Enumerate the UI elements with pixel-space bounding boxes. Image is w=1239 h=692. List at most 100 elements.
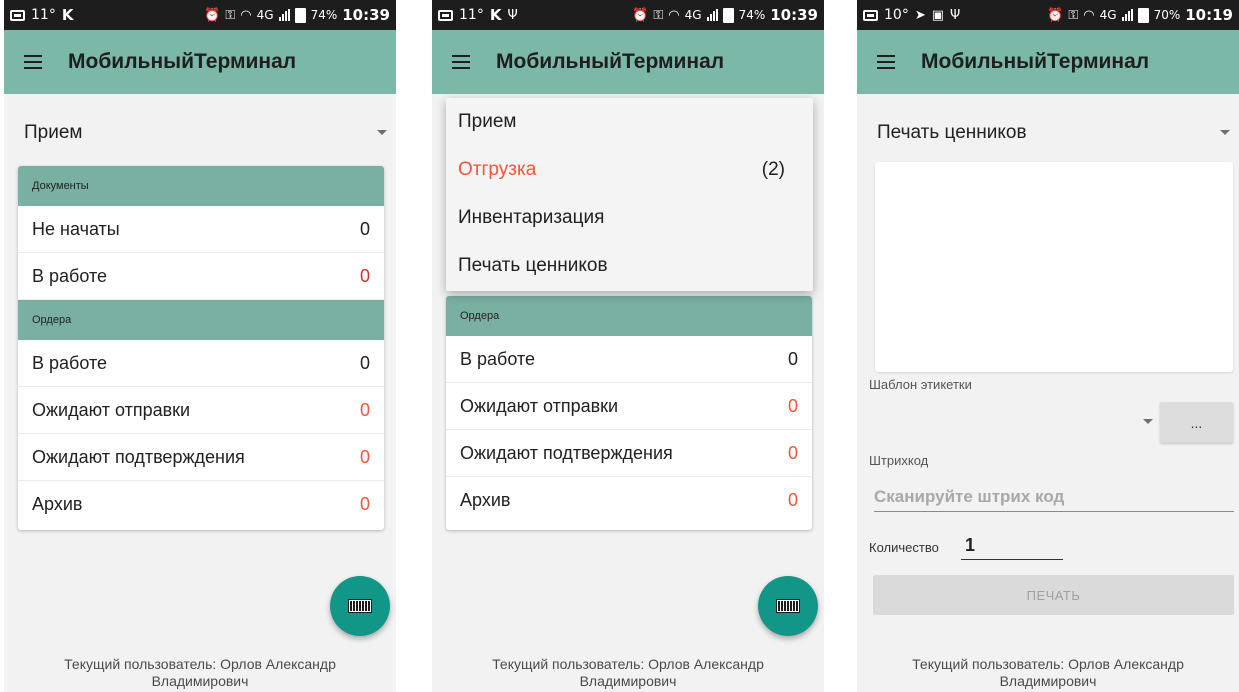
clock: 10:19 [1185,6,1233,24]
wifi-icon: ◠ [240,7,252,23]
notification-k-icon: K [61,5,74,24]
menu-item-label: Отгрузка [458,159,537,180]
app-title: МобильныйТерминал [68,50,297,73]
notification-icon [863,9,878,21]
app-bar: МобильныйТерминал [4,30,396,94]
temperature: 11° [31,7,56,23]
battery-icon [722,7,734,23]
current-user: Текущий пользователь: Орлов Александр Вл… [492,656,764,689]
barcode-icon [348,599,372,613]
menu-item-label: Прием [458,111,517,132]
current-user: Текущий пользователь: Орлов Александр Вл… [912,656,1184,689]
list-item[interactable]: Ожидают отправки 0 [446,383,812,430]
row-count: 0 [359,494,370,514]
section-header-orders: Ордера [446,296,812,336]
row-count: 0 [787,490,798,510]
app-bar: МобильныйТерминал [432,30,824,94]
mode-selector-value: Печать ценников [877,122,1027,143]
template-browse-button[interactable]: ... [1160,402,1233,443]
telegram-icon: ➤ [914,7,926,23]
app-bar: МобильныйТерминал [857,30,1239,94]
mode-selector[interactable]: Прием [4,110,396,156]
screen-receiving: 11° K ⏰ ⚿ ◠ 4G 74% 10:39 МобильныйТермин… [4,0,396,692]
image-icon: ▣ [931,7,945,23]
row-count: 0 [359,446,370,467]
battery-percent: 74% [738,8,766,22]
status-bar: 10° ➤ ▣ Ψ ⏰ ⚿ ◠ 4G 70% 10:19 [857,0,1239,30]
template-dropdown-arrow-icon[interactable] [1143,419,1153,424]
list-item[interactable]: В работе 0 [446,336,812,383]
row-count: 0 [359,352,370,373]
network-type: 4G [684,8,702,22]
wifi-icon: ◠ [1083,7,1095,23]
barcode-input[interactable] [874,482,1234,512]
list-item[interactable]: Архив 0 [18,481,384,528]
menu-item-shipping[interactable]: Отгрузка (2) [446,146,813,194]
section-header-documents: Документы [18,166,384,206]
screen-mode-menu: 11° K Ψ ⏰ ⚿ ◠ 4G 74% 10:39 МобильныйТерм… [432,0,824,692]
row-label: Архив [32,494,83,514]
key-icon: ⚿ [653,7,664,23]
signal-icon [278,9,290,21]
print-button[interactable]: ПЕЧАТЬ [873,575,1234,615]
row-label: В работе [32,352,108,373]
signal-icon [706,9,718,21]
alarm-icon: ⏰ [1047,7,1064,23]
row-count: 0 [787,442,798,463]
clock: 10:39 [342,6,390,24]
row-label: Архив [460,490,511,510]
battery-percent: 70% [1153,8,1181,22]
dropdown-arrow-icon [377,130,387,135]
status-bar: 11° K ⏰ ⚿ ◠ 4G 74% 10:39 [4,0,396,30]
network-type: 4G [1099,8,1117,22]
menu-icon[interactable] [452,55,470,69]
mode-dropdown-menu: Прием Отгрузка (2) Инвентаризация Печать… [446,98,813,291]
barcode-icon [776,599,800,613]
menu-item-label: Инвентаризация [458,207,605,228]
list-item[interactable]: Архив 0 [446,477,812,524]
preview-area[interactable] [875,162,1233,372]
screen-price-tags: 10° ➤ ▣ Ψ ⏰ ⚿ ◠ 4G 70% 10:19 МобильныйТе… [857,0,1239,692]
list-item[interactable]: Ожидают отправки 0 [18,387,384,434]
row-label: В работе [460,348,536,369]
row-label: Ожидают отправки [460,395,619,416]
list-item[interactable]: Не начаты 0 [18,206,384,253]
row-label: Не начаты [32,218,120,239]
barcode-label: Штрихкод [869,453,929,468]
scan-button[interactable] [758,576,818,636]
menu-item-price-tags[interactable]: Печать ценников [446,242,813,290]
temperature: 11° [459,7,484,23]
row-count: 0 [787,348,798,369]
row-count: 0 [787,395,798,416]
notification-k-icon: K [489,5,502,24]
notification-icon [438,9,453,21]
menu-icon[interactable] [877,55,895,69]
battery-icon [294,7,306,23]
row-label: Ожидают подтверждения [460,442,673,463]
scan-button[interactable] [330,576,390,636]
usb-icon: Ψ [507,7,518,23]
battery-percent: 74% [310,8,338,22]
alarm-icon: ⏰ [204,7,221,23]
menu-item-count: (2) [761,159,785,180]
notification-icon [10,9,25,21]
menu-item-receiving[interactable]: Прием [446,98,813,146]
list-item[interactable]: Ожидают подтверждения 0 [446,430,812,477]
menu-item-inventory[interactable]: Инвентаризация [446,194,813,242]
quantity-input[interactable] [961,532,1063,560]
row-label: В работе [32,265,108,286]
app-title: МобильныйТерминал [496,50,725,73]
row-label: Ожидают отправки [32,399,191,420]
section-header-orders: Ордера [18,300,384,340]
dropdown-arrow-icon [1220,130,1230,135]
network-type: 4G [256,8,274,22]
temperature: 10° [884,7,909,23]
list-item[interactable]: Ожидают подтверждения 0 [18,434,384,481]
mode-selector[interactable]: Печать ценников [857,110,1239,156]
signal-icon [1121,9,1133,21]
list-item[interactable]: В работе 0 [18,253,384,300]
key-icon: ⚿ [225,7,236,23]
menu-icon[interactable] [24,55,42,69]
usb-icon: Ψ [950,7,961,23]
list-item[interactable]: В работе 0 [18,340,384,387]
